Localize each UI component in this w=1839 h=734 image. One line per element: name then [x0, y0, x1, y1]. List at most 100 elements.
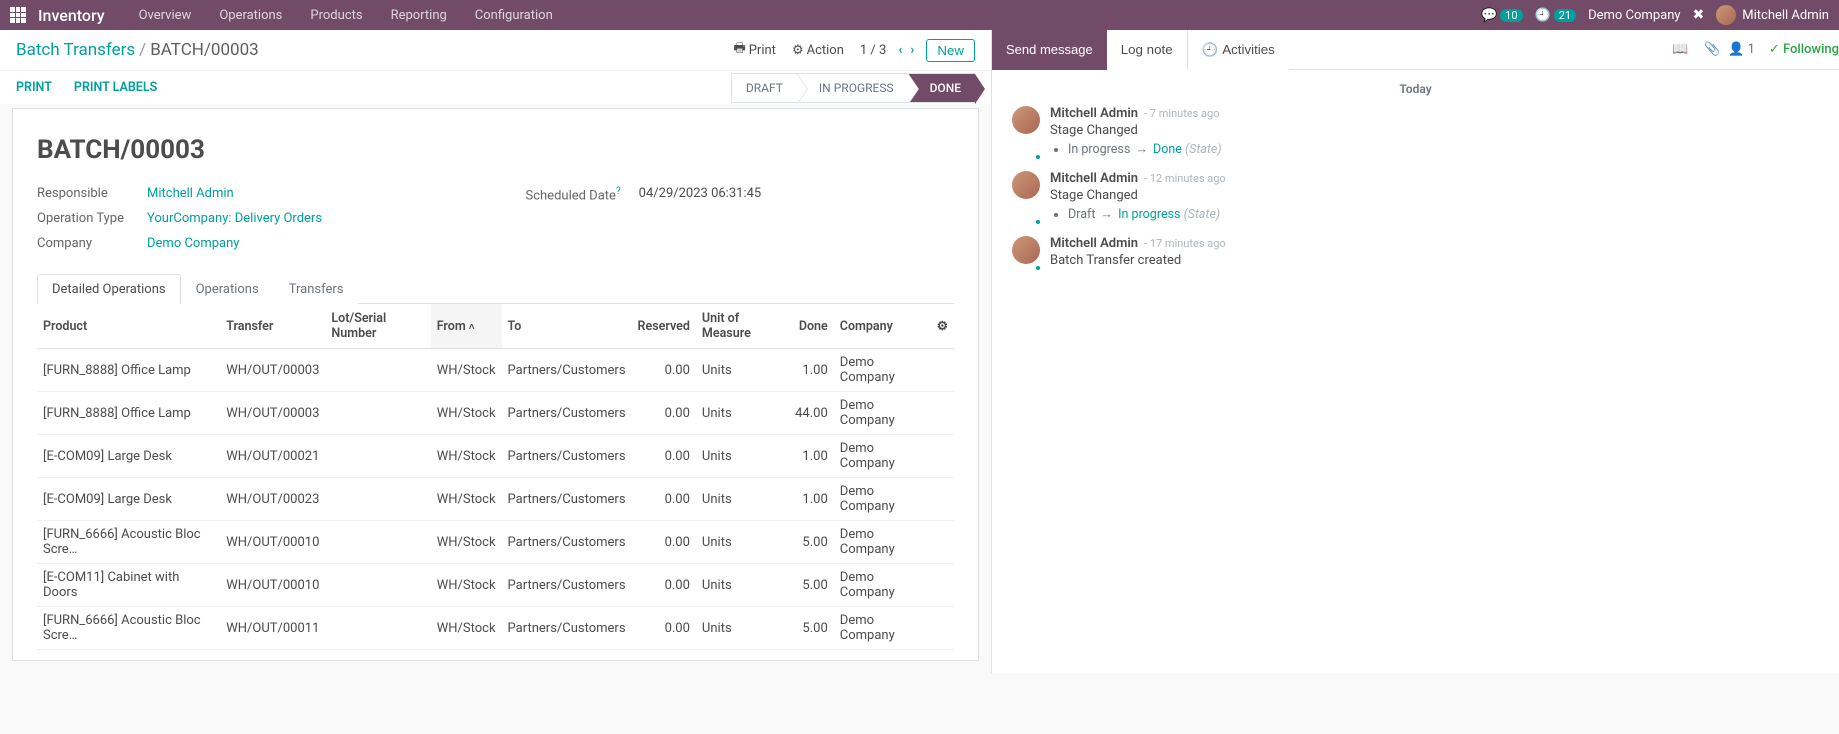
- book-icon[interactable]: 📖: [1664, 42, 1696, 57]
- message-author[interactable]: Mitchell Admin: [1050, 171, 1138, 186]
- cell-uom: Units: [696, 607, 789, 650]
- activity-clock-icon[interactable]: 🕘 21: [1535, 8, 1577, 23]
- chatter-message: Mitchell Admin- 12 minutes agoStage Chan…: [1012, 171, 1819, 222]
- user-menu[interactable]: Mitchell Admin: [1716, 5, 1829, 25]
- form-sheet: BATCH/00003 ResponsibleMitchell Admin Op…: [12, 108, 979, 661]
- cell-reserved: 0.00: [632, 392, 696, 435]
- cell-lot: [325, 349, 430, 392]
- message-time: - 7 minutes ago: [1144, 107, 1219, 120]
- cell-uom: Units: [696, 435, 789, 478]
- messages-icon[interactable]: 💬 10: [1481, 8, 1523, 23]
- stage-meta: (State): [1185, 142, 1222, 157]
- responsible-value[interactable]: Mitchell Admin: [147, 186, 234, 201]
- action-print-labels[interactable]: PRINT LABELS: [74, 80, 157, 95]
- tabs: Detailed Operations Operations Transfers: [37, 274, 954, 304]
- company-switcher[interactable]: Demo Company: [1588, 8, 1680, 23]
- stage-change-item: In progress → Done (State): [1068, 142, 1819, 157]
- apps-icon[interactable]: [10, 7, 26, 23]
- stage-to[interactable]: Done: [1153, 142, 1182, 157]
- cell-from: WH/Stock: [431, 392, 502, 435]
- cell-transfer: WH/OUT/00011: [220, 607, 325, 650]
- message-author[interactable]: Mitchell Admin: [1050, 106, 1138, 121]
- messages-count: 10: [1500, 9, 1522, 22]
- topnav-reporting[interactable]: Reporting: [379, 8, 459, 23]
- control-bar: Batch Transfers / BATCH/00003 🖶 Print ⚙ …: [0, 30, 991, 70]
- stage-to[interactable]: In progress: [1118, 207, 1180, 222]
- table-row[interactable]: [FURN_8888] Office LampWH/OUT/00003WH/St…: [37, 392, 954, 435]
- follower-count[interactable]: 1: [1748, 42, 1755, 57]
- print-button[interactable]: 🖶 Print: [725, 39, 783, 61]
- cell-lot: [325, 478, 430, 521]
- cell-opts: [931, 564, 954, 607]
- col-uom[interactable]: Unit of Measure: [696, 304, 789, 349]
- optype-value[interactable]: YourCompany: Delivery Orders: [147, 211, 322, 226]
- action-print[interactable]: PRINT: [16, 80, 52, 95]
- tab-transfers[interactable]: Transfers: [274, 274, 359, 304]
- topnav-overview[interactable]: Overview: [127, 8, 204, 23]
- cell-opts: [931, 521, 954, 564]
- new-button[interactable]: New: [926, 39, 975, 62]
- cell-from: WH/Stock: [431, 521, 502, 564]
- col-company[interactable]: Company: [834, 304, 931, 349]
- tab-operations[interactable]: Operations: [181, 274, 274, 304]
- message-author[interactable]: Mitchell Admin: [1050, 236, 1138, 251]
- help-icon[interactable]: ?: [616, 186, 621, 197]
- cell-reserved: 0.00: [632, 564, 696, 607]
- table-row[interactable]: [E-COM09] Large DeskWH/OUT/00023WH/Stock…: [37, 478, 954, 521]
- cell-done: 1.00: [789, 349, 834, 392]
- attachment-icon[interactable]: 📎: [1696, 42, 1728, 57]
- breadcrumb-root[interactable]: Batch Transfers: [16, 40, 135, 60]
- topnav-operations[interactable]: Operations: [207, 8, 294, 23]
- status-draft[interactable]: DRAFT: [731, 73, 797, 103]
- log-note-button[interactable]: Log note: [1107, 30, 1188, 70]
- tab-detailed-operations[interactable]: Detailed Operations: [37, 274, 181, 304]
- cell-product: [FURN_6666] Acoustic Bloc Scre…: [37, 521, 220, 564]
- table-row[interactable]: [E-COM09] Large DeskWH/OUT/00021WH/Stock…: [37, 435, 954, 478]
- col-done[interactable]: Done: [789, 304, 834, 349]
- follower-icon[interactable]: 👤: [1728, 42, 1744, 57]
- statusbar: DRAFT IN PROGRESS DONE: [731, 73, 975, 103]
- company-label: Company: [37, 236, 147, 251]
- cell-from: WH/Stock: [431, 435, 502, 478]
- pager-prev-icon[interactable]: ‹: [894, 43, 906, 58]
- cell-done: 5.00: [789, 607, 834, 650]
- table-row[interactable]: [FURN_6666] Acoustic Bloc Scre…WH/OUT/00…: [37, 607, 954, 650]
- cell-to: Partners/Customers: [502, 349, 632, 392]
- col-transfer[interactable]: Transfer: [220, 304, 325, 349]
- cell-reserved: 0.00: [632, 478, 696, 521]
- cell-company: Demo Company: [834, 478, 931, 521]
- topnav-configuration[interactable]: Configuration: [463, 8, 565, 23]
- col-reserved[interactable]: Reserved: [632, 304, 696, 349]
- breadcrumb-leaf: BATCH/00003: [150, 40, 259, 60]
- table-row[interactable]: [FURN_8888] Office LampWH/OUT/00003WH/St…: [37, 349, 954, 392]
- cell-transfer: WH/OUT/00023: [220, 478, 325, 521]
- cell-company: Demo Company: [834, 349, 931, 392]
- send-message-button[interactable]: Send message: [992, 30, 1107, 70]
- action-button[interactable]: ⚙ Action: [784, 43, 852, 58]
- col-from[interactable]: From˄: [431, 304, 502, 349]
- status-inprogress[interactable]: IN PROGRESS: [797, 73, 908, 103]
- topnav-products[interactable]: Products: [298, 8, 374, 23]
- cell-reserved: 0.00: [632, 435, 696, 478]
- pager-next-icon[interactable]: ›: [906, 43, 918, 58]
- cell-lot: [325, 564, 430, 607]
- detailed-operations-table: Product Transfer Lot/Serial Number From˄…: [37, 304, 954, 650]
- cell-product: [E-COM09] Large Desk: [37, 478, 220, 521]
- action-bar: PRINT PRINT LABELS DRAFT IN PROGRESS DON…: [0, 70, 991, 104]
- col-lot[interactable]: Lot/Serial Number: [325, 304, 430, 349]
- app-title[interactable]: Inventory: [38, 6, 105, 25]
- cell-to: Partners/Customers: [502, 392, 632, 435]
- action-label: Action: [807, 43, 844, 58]
- col-options-icon[interactable]: ⚙: [931, 304, 954, 349]
- col-product[interactable]: Product: [37, 304, 220, 349]
- col-to[interactable]: To: [502, 304, 632, 349]
- table-row[interactable]: [FURN_6666] Acoustic Bloc Scre…WH/OUT/00…: [37, 521, 954, 564]
- cell-from: WH/Stock: [431, 349, 502, 392]
- debug-icon[interactable]: ✖: [1693, 7, 1705, 23]
- table-row[interactable]: [E-COM11] Cabinet with DoorsWH/OUT/00010…: [37, 564, 954, 607]
- activities-button[interactable]: 🕘Activities: [1188, 30, 1289, 70]
- presence-icon: [1034, 218, 1042, 226]
- company-value[interactable]: Demo Company: [147, 236, 239, 251]
- following-button[interactable]: ✓ Following: [1769, 42, 1839, 57]
- pager-text[interactable]: 1 / 3: [860, 43, 886, 58]
